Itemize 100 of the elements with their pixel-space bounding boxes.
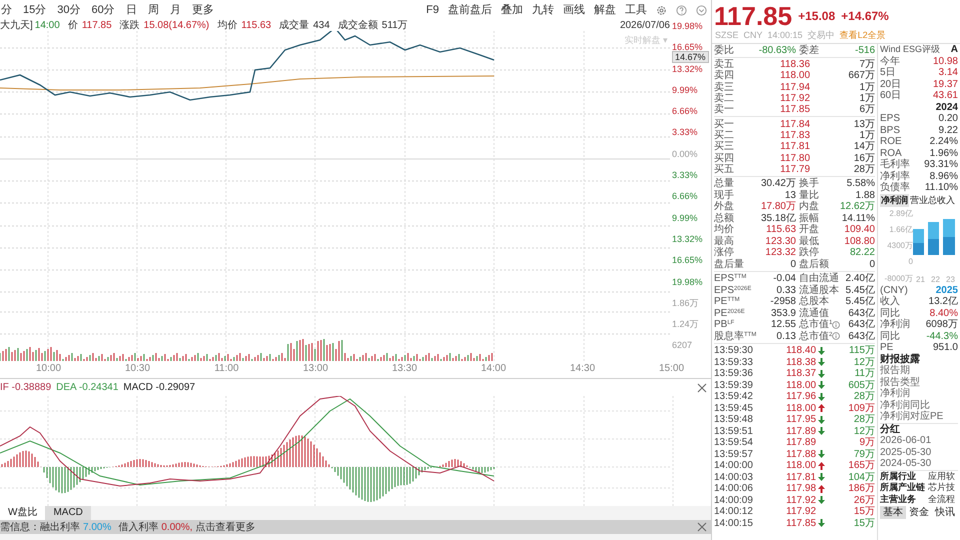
- chart-axis-label: 21: [916, 274, 925, 284]
- axis-label: 19.98%: [672, 20, 703, 32]
- tick-price: 117.81: [785, 472, 816, 483]
- borrow-rate: 0.00%,: [161, 520, 192, 534]
- tick-volume: 165万: [848, 460, 875, 472]
- fin-label: 净利率: [880, 170, 910, 182]
- axis-label: 19.98%: [672, 276, 703, 288]
- tick-volume: 15万: [854, 506, 875, 518]
- fin-label: EPS: [880, 113, 900, 124]
- annual-year: 2025: [936, 284, 958, 296]
- tick-time: 13:59:42: [714, 391, 754, 402]
- stat-value: 115.63: [765, 224, 796, 236]
- metric-value: -0.04: [772, 273, 796, 284]
- tick-time: 14:00:03: [714, 472, 754, 483]
- metric-label: 流通值: [799, 308, 829, 319]
- chart-axis-label: 23: [946, 274, 955, 284]
- indicator-tab[interactable]: W盘比: [0, 506, 46, 520]
- metric-label: 股息率$^{TTM}$: [714, 330, 758, 342]
- axis-label: 16.65%: [672, 254, 703, 266]
- toolbar-button[interactable]: 叠加: [501, 2, 523, 18]
- time-axis-label: 10:30: [124, 363, 150, 374]
- order-level-label: 买三: [714, 141, 735, 152]
- tick-time: 14:00:06: [714, 483, 754, 494]
- axis-label: 9.99%: [672, 212, 698, 224]
- period-tab[interactable]: 周: [146, 2, 160, 18]
- chart-axis-label: 2.89亿: [888, 208, 913, 218]
- toolbar-button[interactable]: F9: [426, 2, 439, 18]
- quote-value: 115.63: [241, 20, 272, 31]
- macd-value: MACD -0.29097: [123, 381, 196, 395]
- time-axis-label: 14:30: [570, 363, 596, 374]
- chart-tab[interactable]: 净利润: [880, 194, 909, 206]
- info-text: 需信息：融出利率: [0, 520, 80, 534]
- order-price: 117.81: [779, 141, 810, 152]
- stock-name: 大九天]: [0, 20, 33, 31]
- quote-label: 价: [68, 20, 78, 31]
- annual-value: 13.2亿: [928, 296, 958, 308]
- toolbar-button[interactable]: 画线: [563, 2, 585, 18]
- stat-value: 82.22: [850, 247, 875, 258]
- fin-value: 1.96%: [930, 148, 958, 159]
- axis-label: 13.32%: [672, 62, 703, 75]
- order-price: 118.00: [779, 70, 810, 82]
- return-label: 20日: [880, 78, 902, 90]
- section-title: 分红: [880, 424, 900, 435]
- period-tab[interactable]: 15分: [22, 2, 48, 18]
- period-tab[interactable]: 更多: [190, 2, 215, 18]
- tick-price: 117.95: [785, 414, 816, 426]
- panel-tab[interactable]: 基本: [880, 506, 906, 519]
- toolbar-button[interactable]: 工具: [625, 2, 647, 18]
- tick-volume: 186万: [848, 483, 875, 494]
- dividend-date: 2025-05-30: [880, 446, 932, 458]
- return-value: 10.98: [932, 56, 958, 67]
- chart-tab[interactable]: 营业总收入: [909, 194, 956, 206]
- panel-tab[interactable]: 快讯: [932, 506, 958, 519]
- metric-value: 643亿: [848, 308, 875, 319]
- order-level-label: 卖四: [714, 70, 735, 82]
- tick-price: 118.00: [785, 460, 816, 472]
- annual-label: 同比: [880, 308, 900, 319]
- metric-value: 0.33: [776, 284, 796, 296]
- time-axis-label: 14:00: [480, 363, 506, 374]
- tick-time: 13:59:33: [714, 356, 754, 368]
- period-tab[interactable]: 30分: [56, 2, 82, 18]
- stat-label: 委差: [799, 44, 819, 56]
- toolbar-button[interactable]: 盘前盘后: [448, 2, 492, 18]
- stat-label: 委比: [714, 44, 735, 56]
- percent-change: +14.67%: [841, 8, 889, 25]
- stat-value: 30.42万: [760, 178, 796, 190]
- price-badge: 14.67%: [672, 51, 709, 63]
- dif-value: IF -0.38889: [0, 381, 52, 395]
- period-tab[interactable]: 分: [0, 2, 13, 18]
- report-item: 报告期: [880, 365, 910, 376]
- stat-label: 开盘: [799, 224, 819, 236]
- metric-value: 5.45亿: [846, 284, 875, 296]
- period-tab[interactable]: 月: [168, 2, 182, 18]
- toolbar-button[interactable]: 九转: [532, 2, 554, 18]
- stat-value: 35.18亿: [760, 212, 796, 224]
- quote-label: 成交金额: [338, 20, 378, 31]
- fiscal-year: 2024: [936, 102, 958, 113]
- metric-value: 5.45亿: [846, 296, 875, 308]
- metric-label: EPS$^{2026E}$: [714, 284, 752, 296]
- order-level-label: 买二: [714, 130, 735, 141]
- order-level-label: 买四: [714, 152, 735, 164]
- industry-label: 主营业务: [880, 494, 917, 505]
- indicator-tab[interactable]: MACD: [45, 506, 91, 520]
- tick-price: 117.96: [785, 391, 816, 402]
- period-tab[interactable]: 60分: [90, 2, 116, 18]
- tick-price: 117.92: [785, 506, 816, 518]
- stat-label: 换手: [799, 178, 819, 190]
- metric-value: 643亿: [848, 330, 875, 342]
- stat-label: 涨停: [714, 247, 735, 258]
- order-level-label: 卖五: [714, 59, 735, 70]
- info-text: 借入利率: [118, 520, 158, 534]
- period-tab[interactable]: 日: [124, 2, 138, 18]
- annual-label: 同比: [880, 330, 900, 342]
- more-link[interactable]: 点击查看更多: [196, 520, 256, 534]
- tick-volume: 12万: [854, 356, 875, 368]
- order-price: 117.94: [779, 82, 810, 93]
- date-label: 2026/07/06: [620, 20, 670, 31]
- metric-value: 353.9: [770, 308, 796, 319]
- toolbar-button[interactable]: 解盘: [594, 2, 616, 18]
- stat-label: 量比: [799, 190, 819, 201]
